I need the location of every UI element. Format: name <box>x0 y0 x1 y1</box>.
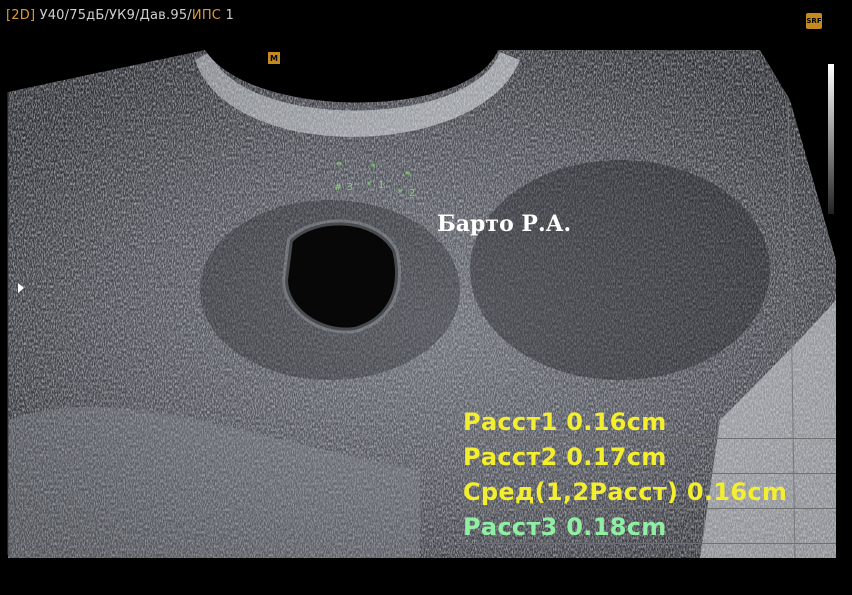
depth-arrow-icon <box>18 283 24 293</box>
caliper-mark: * <box>370 162 377 173</box>
caliper-label: * 2 <box>397 188 416 199</box>
measurement-row: Расст1 0.16cm <box>456 404 836 439</box>
caliper-label: * 1 <box>366 180 385 191</box>
caliper-label: # 3 <box>335 182 354 193</box>
ips-label: ИПС <box>191 8 222 23</box>
params-label: У40/75дБ/УК9/Дав.95/ <box>39 8 192 23</box>
measurement-text: Расст3 0.18cm <box>463 513 667 541</box>
measurement-row: Расст2 0.17cm <box>456 439 836 474</box>
scan-parameters: [2D] У40/75дБ/УК9/Дав.95/ИПС 1 <box>6 8 234 23</box>
measurement-row: Сред(1,2Расст) 0.16cm <box>456 474 836 509</box>
measurement-text: Сред(1,2Расст) 0.16cm <box>463 478 788 506</box>
srf-icon: SRF <box>806 13 822 29</box>
measurement-panel: Расст1 0.16cm Расст2 0.17cm Сред(1,2Расс… <box>456 404 836 544</box>
measurement-text: Расст1 0.16cm <box>463 408 667 436</box>
caliper-mark: * <box>336 160 343 171</box>
caliper-mark: * <box>405 170 412 181</box>
measurement-row: Расст3 0.18cm <box>456 509 836 544</box>
patient-name: Барто Р.А. <box>437 211 572 237</box>
focus-marker-icon: M <box>268 52 280 64</box>
ips-value: 1 <box>225 8 234 23</box>
measurement-text: Расст2 0.17cm <box>463 443 667 471</box>
mode-label: [2D] <box>6 8 36 23</box>
grayscale-bar <box>828 64 834 214</box>
